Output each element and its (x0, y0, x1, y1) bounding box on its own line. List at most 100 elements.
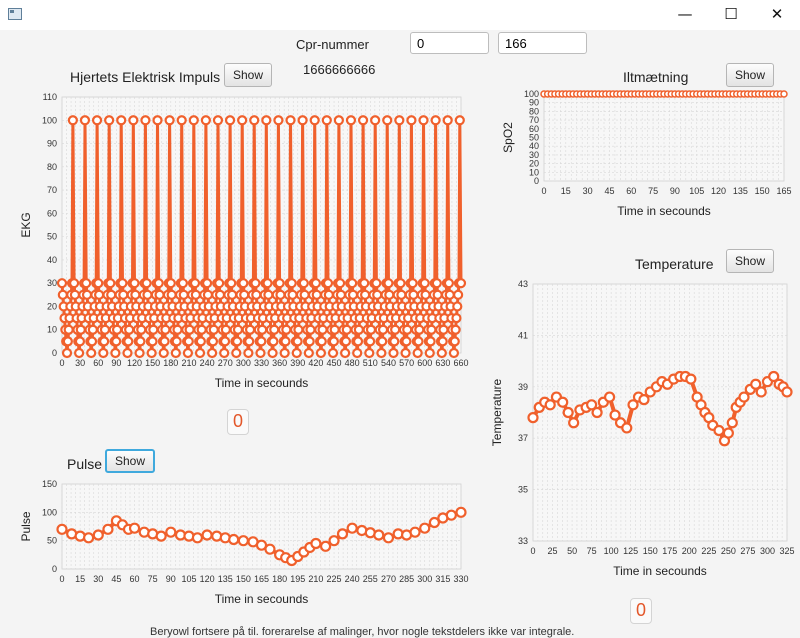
y-tick-label: 10 (529, 167, 539, 177)
y-tick-label: 0 (52, 348, 57, 358)
data-point (238, 278, 249, 289)
data-point (420, 289, 431, 300)
data-point (359, 278, 370, 289)
x-tick-label: 270 (218, 358, 233, 368)
data-point (424, 347, 435, 359)
data-point (448, 347, 460, 359)
data-point (451, 312, 462, 324)
data-point (430, 115, 441, 126)
data-point (244, 324, 256, 335)
data-point (328, 535, 340, 547)
x-tick-label: 25 (548, 546, 558, 556)
x-tick-label: 60 (93, 358, 103, 368)
x-tick-label: 660 (453, 358, 468, 368)
data-point (390, 324, 401, 335)
pulse-chart: 0501001500 15 30 45 60 75 90 105 120 135 150 165 180… (19, 479, 469, 606)
x-tick-label: 180 (272, 574, 287, 584)
y-tick-label: 80 (529, 106, 539, 116)
data-point (396, 289, 407, 300)
x-tick-label: 50 (567, 546, 577, 556)
y-tick-label: 60 (529, 124, 539, 134)
y-axis-label: Temperature (490, 378, 504, 446)
data-point (305, 324, 316, 335)
y-axis-label: EKG (19, 212, 33, 237)
data-point (201, 529, 213, 541)
data-point (111, 336, 122, 347)
data-point (249, 115, 260, 126)
data-point (196, 324, 207, 335)
data-point (400, 347, 411, 359)
data-point (382, 115, 393, 126)
y-tick-label: 35 (518, 485, 528, 495)
data-point (165, 278, 176, 289)
data-point (134, 347, 145, 359)
data-point (130, 289, 141, 300)
data-point (269, 324, 280, 335)
data-point (124, 324, 135, 335)
data-point (63, 324, 74, 335)
data-point (237, 535, 249, 547)
y-tick-label: 30 (47, 278, 57, 288)
y-tick-label: 10 (47, 325, 57, 335)
data-point (316, 336, 327, 347)
data-point (118, 289, 129, 300)
x-tick-label: 135 (733, 186, 748, 196)
y-axis-label: SpO2 (501, 122, 515, 153)
data-point (202, 289, 214, 300)
data-point (352, 347, 363, 359)
data-point (183, 336, 194, 347)
data-point (426, 324, 437, 335)
data-point (219, 336, 231, 347)
data-point (184, 324, 195, 335)
data-point (436, 347, 447, 359)
y-tick-label: 43 (518, 279, 528, 289)
data-point (94, 289, 105, 300)
x-tick-label: 285 (399, 574, 414, 584)
data-point (207, 336, 219, 347)
data-point (153, 278, 164, 289)
data-point (110, 347, 121, 359)
x-tick-label: 45 (111, 574, 121, 584)
x-tick-label: 105 (689, 186, 704, 196)
x-tick-label: 100 (604, 546, 619, 556)
data-point (621, 422, 633, 434)
data-point (346, 522, 358, 534)
data-point (262, 278, 273, 289)
data-point (142, 289, 153, 300)
data-point (450, 324, 461, 335)
x-axis-label: Time in secounds (617, 204, 711, 218)
data-point (449, 336, 460, 347)
data-point (74, 347, 85, 359)
data-point (227, 289, 238, 300)
data-point (413, 336, 424, 347)
x-tick-label: 90 (111, 358, 121, 368)
data-point (214, 289, 226, 300)
data-point (129, 278, 140, 289)
x-tick-label: 165 (776, 186, 791, 196)
data-point (755, 386, 767, 398)
x-tick-label: 90 (166, 574, 176, 584)
data-point (243, 347, 254, 359)
y-tick-label: 50 (529, 133, 539, 143)
y-tick-label: 0 (534, 176, 539, 186)
data-point (591, 406, 603, 419)
y-tick-label: 70 (47, 185, 57, 195)
x-tick-label: 270 (381, 574, 396, 584)
data-point (99, 324, 111, 335)
data-point (401, 336, 412, 347)
data-point (189, 278, 201, 289)
data-point (412, 347, 423, 359)
data-point (372, 289, 383, 300)
x-tick-label: 150 (145, 358, 160, 368)
y-tick-label: 150 (42, 479, 57, 489)
data-point (345, 115, 357, 126)
spo2-chart: 01020304050607080901000 15 30 45 60 75 90 105 12… (501, 89, 792, 218)
x-tick-label: 255 (363, 574, 378, 584)
data-point (224, 115, 236, 126)
data-point (419, 278, 430, 289)
y-tick-label: 41 (518, 330, 528, 340)
data-point (357, 115, 369, 126)
data-point (250, 278, 261, 289)
data-point (285, 115, 296, 126)
data-point (281, 324, 292, 335)
